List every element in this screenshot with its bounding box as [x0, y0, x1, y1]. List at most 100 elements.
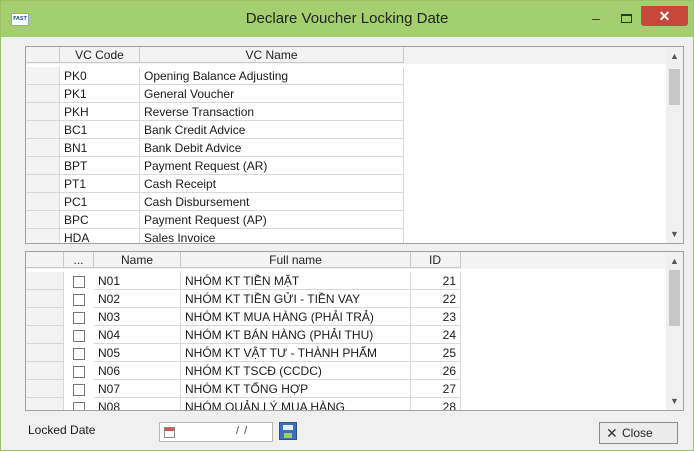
maximize-button[interactable]: [613, 9, 639, 29]
col-header-select[interactable]: ...: [64, 252, 94, 268]
group-id-cell: 22: [411, 290, 461, 308]
row-checkbox[interactable]: [73, 312, 85, 324]
row-selector[interactable]: [26, 121, 60, 139]
row-selector[interactable]: [26, 193, 60, 211]
voucher-grid-header: VC Code VC Name: [26, 47, 666, 64]
table-row[interactable]: N03 NHÓM KT MUA HÀNG (PHẢI TRẢ) 23: [26, 308, 461, 326]
col-header-vc-name[interactable]: VC Name: [140, 47, 404, 63]
row-selector[interactable]: [26, 380, 64, 398]
table-row[interactable]: N07 NHÓM KT TỔNG HỢP 27: [26, 380, 461, 398]
table-row[interactable]: PT1 Cash Receipt: [26, 175, 404, 193]
scroll-up-icon[interactable]: ▲: [666, 254, 683, 268]
row-selector[interactable]: [26, 157, 60, 175]
row-checkbox[interactable]: [73, 330, 85, 342]
scroll-down-icon[interactable]: ▼: [666, 227, 683, 241]
group-id-cell: 27: [411, 380, 461, 398]
row-checkbox[interactable]: [73, 366, 85, 378]
vc-code-cell: PK1: [60, 85, 140, 103]
row-selector[interactable]: [26, 308, 64, 326]
table-row[interactable]: N02 NHÓM KT TIỀN GỬI - TIỀN VAY 22: [26, 290, 461, 308]
row-selector[interactable]: [26, 290, 64, 308]
table-row[interactable]: N01 NHÓM KT TIỀN MẶT 21: [26, 272, 461, 290]
calendar-icon[interactable]: [164, 427, 175, 438]
col-header-name[interactable]: Name: [94, 252, 181, 268]
vc-code-cell: PKH: [60, 103, 140, 121]
table-row[interactable]: N05 NHÓM KT VẬT TƯ - THÀNH PHẨM 25: [26, 344, 461, 362]
row-selector[interactable]: [26, 103, 60, 121]
save-icon[interactable]: [279, 422, 297, 440]
vc-name-cell: Reverse Transaction: [140, 103, 404, 121]
row-selector[interactable]: [26, 85, 60, 103]
vc-code-cell: BPC: [60, 211, 140, 229]
locked-date-value: / /: [236, 425, 249, 437]
row-selector[interactable]: [26, 344, 64, 362]
row-selector[interactable]: [26, 326, 64, 344]
row-selector[interactable]: [26, 211, 60, 229]
vc-name-cell: Cash Disbursement: [140, 193, 404, 211]
group-fullname-cell: NHÓM KT VẬT TƯ - THÀNH PHẨM: [181, 344, 411, 362]
user-group-grid[interactable]: ... Name Full name ID N01 NHÓM KT TIỀN M…: [25, 251, 684, 411]
group-fullname-cell: NHÓM KT TSCĐ (CCDC): [181, 362, 411, 380]
row-checkbox[interactable]: [73, 294, 85, 306]
scroll-thumb[interactable]: [669, 270, 680, 326]
row-selector[interactable]: [26, 398, 64, 410]
vc-code-cell: BC1: [60, 121, 140, 139]
table-row[interactable]: BC1 Bank Credit Advice: [26, 121, 404, 139]
voucher-code-grid[interactable]: VC Code VC Name PK0 Opening Balance Adju…: [25, 46, 684, 244]
row-checkbox[interactable]: [73, 276, 85, 288]
group-name-cell: N03: [94, 308, 181, 326]
table-row[interactable]: HDA Sales Invoice: [26, 229, 404, 243]
vc-name-cell: Bank Debit Advice: [140, 139, 404, 157]
row-selector[interactable]: [26, 362, 64, 380]
row-checkbox[interactable]: [73, 402, 85, 410]
group-fullname-cell: NHÓM QUẢN LÝ MUA HÀNG: [181, 398, 411, 410]
table-row[interactable]: N06 NHÓM KT TSCĐ (CCDC) 26: [26, 362, 461, 380]
group-name-cell: N07: [94, 380, 181, 398]
col-header-vc-code[interactable]: VC Code: [60, 47, 140, 63]
close-button-label: Close: [622, 426, 653, 440]
title-bar[interactable]: FAST Declare Voucher Locking Date – ✕: [1, 1, 693, 37]
voucher-grid-scrollbar[interactable]: ▲ ▼: [666, 47, 683, 243]
group-fullname-cell: NHÓM KT TỔNG HỢP: [181, 380, 411, 398]
group-fullname-cell: NHÓM KT TIỀN GỬI - TIỀN VAY: [181, 290, 411, 308]
group-name-cell: N05: [94, 344, 181, 362]
row-selector[interactable]: [26, 229, 60, 243]
col-header-id[interactable]: ID: [411, 252, 461, 268]
scroll-thumb[interactable]: [669, 69, 680, 105]
group-id-cell: 23: [411, 308, 461, 326]
vc-code-cell: PK0: [60, 67, 140, 85]
table-row[interactable]: N08 NHÓM QUẢN LÝ MUA HÀNG 28: [26, 398, 461, 410]
locked-date-input[interactable]: / /: [159, 422, 273, 442]
table-row[interactable]: BN1 Bank Debit Advice: [26, 139, 404, 157]
row-selector[interactable]: [26, 175, 60, 193]
group-name-cell: N08: [94, 398, 181, 410]
vc-code-cell: BPT: [60, 157, 140, 175]
vc-code-cell: PC1: [60, 193, 140, 211]
table-row[interactable]: PC1 Cash Disbursement: [26, 193, 404, 211]
group-id-cell: 28: [411, 398, 461, 410]
row-checkbox[interactable]: [73, 348, 85, 360]
row-selector[interactable]: [26, 272, 64, 290]
scroll-up-icon[interactable]: ▲: [666, 49, 683, 63]
row-checkbox[interactable]: [73, 384, 85, 396]
group-name-cell: N06: [94, 362, 181, 380]
vc-name-cell: Sales Invoice: [140, 229, 404, 243]
vc-name-cell: Payment Request (AP): [140, 211, 404, 229]
group-grid-scrollbar[interactable]: ▲ ▼: [666, 252, 683, 410]
row-selector-header: [26, 47, 60, 63]
minimize-button[interactable]: –: [583, 9, 609, 29]
window-close-button[interactable]: ✕: [641, 6, 688, 26]
row-selector[interactable]: [26, 67, 60, 85]
row-selector[interactable]: [26, 139, 60, 157]
vc-code-cell: BN1: [60, 139, 140, 157]
table-row[interactable]: N04 NHÓM KT BÁN HÀNG (PHẢI THU) 24: [26, 326, 461, 344]
table-row[interactable]: BPC Payment Request (AP): [26, 211, 404, 229]
close-button[interactable]: ✕ Close: [599, 422, 678, 444]
scroll-down-icon[interactable]: ▼: [666, 394, 683, 408]
vc-name-cell: Opening Balance Adjusting: [140, 67, 404, 85]
table-row[interactable]: BPT Payment Request (AR): [26, 157, 404, 175]
table-row[interactable]: PK0 Opening Balance Adjusting: [26, 67, 404, 85]
col-header-full-name[interactable]: Full name: [181, 252, 411, 268]
table-row[interactable]: PK1 General Voucher: [26, 85, 404, 103]
table-row[interactable]: PKH Reverse Transaction: [26, 103, 404, 121]
